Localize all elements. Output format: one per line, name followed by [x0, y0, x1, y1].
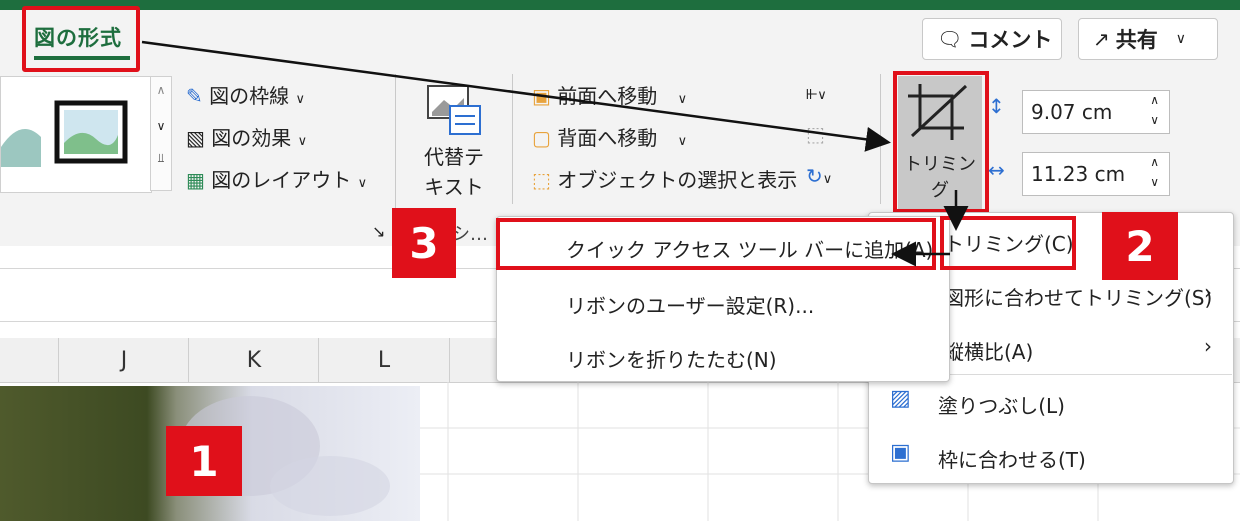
annotation-arrows — [141, 40, 969, 267]
arrow-tab-to-crop — [141, 40, 891, 152]
